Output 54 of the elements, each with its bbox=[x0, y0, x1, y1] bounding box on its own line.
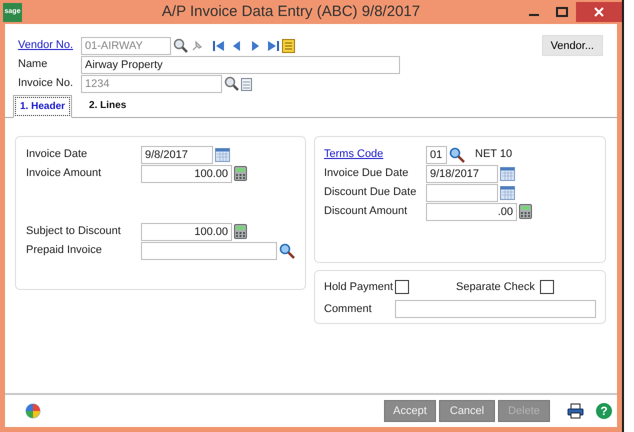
input-field[interactable]: 01-AIRWAY bbox=[81, 36, 171, 54]
terms-description: NET 10 bbox=[475, 147, 512, 162]
calculator-icon[interactable] bbox=[234, 166, 247, 181]
input-field[interactable]: 100.00 bbox=[141, 164, 232, 182]
checkbox[interactable] bbox=[395, 280, 409, 294]
last-record-icon[interactable] bbox=[267, 40, 280, 52]
calculator-icon[interactable] bbox=[519, 204, 532, 219]
input-field[interactable]: Airway Property bbox=[81, 56, 400, 74]
field-label: Subject to Discount bbox=[26, 224, 122, 240]
color-wheel-icon[interactable] bbox=[25, 403, 41, 419]
calculator-icon[interactable] bbox=[234, 224, 247, 239]
checkbox[interactable] bbox=[540, 280, 554, 294]
next-record-icon[interactable] bbox=[249, 40, 261, 52]
input-field[interactable] bbox=[395, 300, 596, 318]
input-field[interactable]: 1234 bbox=[81, 74, 222, 92]
search-icon[interactable] bbox=[224, 76, 239, 91]
field-label: Hold Payment bbox=[324, 280, 393, 295]
vendor-button[interactable]: Vendor... bbox=[542, 35, 603, 56]
input-field[interactable]: 9/18/2017 bbox=[426, 164, 498, 182]
calendar-icon[interactable] bbox=[215, 148, 230, 162]
calendar-icon[interactable] bbox=[500, 186, 515, 200]
tab[interactable]: 1. Header bbox=[13, 95, 72, 118]
field-label: Discount Amount bbox=[324, 204, 408, 220]
help-icon[interactable]: ? bbox=[596, 403, 612, 419]
window-title: A/P Invoice Data Entry (ABC) 9/8/2017 bbox=[160, 2, 422, 22]
search-icon[interactable] bbox=[449, 146, 465, 162]
search-icon[interactable] bbox=[279, 242, 295, 258]
calendar-icon[interactable] bbox=[500, 166, 515, 180]
input-field[interactable]: 100.00 bbox=[141, 222, 232, 240]
maximize-icon[interactable] bbox=[556, 7, 568, 17]
field-label: Invoice Amount bbox=[26, 166, 102, 182]
field-label: Invoice No. bbox=[18, 76, 74, 92]
field-label: Comment bbox=[324, 302, 373, 317]
field-label: Prepaid Invoice bbox=[26, 243, 103, 258]
field-link[interactable]: Terms Code bbox=[324, 146, 424, 163]
input-field[interactable]: 01 bbox=[426, 146, 447, 164]
field-label: Invoice Date bbox=[26, 147, 88, 162]
field-label: Discount Due Date bbox=[324, 185, 418, 200]
first-record-icon[interactable] bbox=[212, 40, 225, 52]
input-field[interactable] bbox=[141, 242, 277, 260]
notepad-icon[interactable] bbox=[241, 76, 252, 90]
printer-icon[interactable] bbox=[567, 403, 584, 419]
field-link[interactable]: Vendor No. bbox=[18, 37, 79, 54]
close-icon[interactable] bbox=[594, 7, 604, 17]
search-icon[interactable] bbox=[173, 38, 188, 53]
previous-record-icon[interactable] bbox=[231, 40, 243, 52]
field-label: Name bbox=[18, 57, 48, 72]
input-field[interactable]: .00 bbox=[426, 202, 517, 220]
input-field[interactable] bbox=[426, 184, 498, 202]
input-field[interactable]: 9/8/2017 bbox=[141, 146, 213, 164]
field-label: Separate Check bbox=[456, 280, 536, 295]
field-label: Invoice Due Date bbox=[324, 166, 410, 182]
notes-icon[interactable] bbox=[282, 38, 295, 52]
close-button[interactable] bbox=[576, 2, 622, 22]
